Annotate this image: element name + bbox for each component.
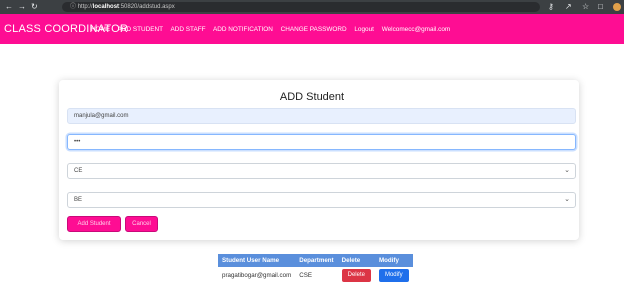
header-department: Department: [295, 254, 338, 267]
department-value: CE: [74, 168, 83, 174]
password-field[interactable]: •••: [67, 134, 576, 150]
address-bar[interactable]: ⓘ http://localhost:50820/addstud.aspx: [62, 2, 540, 12]
back-icon[interactable]: ←: [5, 2, 13, 12]
welcome-text: Welcomecc@gmail.com: [381, 26, 451, 33]
forward-icon[interactable]: →: [18, 2, 26, 12]
table-header-row: Student User Name Department Delete Modi…: [218, 254, 413, 267]
cell-username: pragatibogar@gmail.com: [222, 272, 292, 279]
nav-add-staff[interactable]: ADD STAFF: [171, 26, 206, 33]
nav-change-password[interactable]: CHANGE PASSWORD: [281, 26, 347, 33]
form-title: ADD Student: [279, 91, 345, 103]
extension-icon[interactable]: [613, 3, 621, 11]
header-username: Student User Name: [218, 254, 296, 267]
semester-value: BE: [74, 197, 83, 203]
key-icon[interactable]: ⚷: [548, 2, 554, 12]
students-table: Student User Name Department Delete Modi…: [218, 254, 413, 284]
email-field[interactable]: manjula@gmail.com: [67, 108, 576, 124]
table-row: pragatibogar@gmail.com CSE Delete Modify: [218, 267, 413, 284]
browser-toolbar: ← → ↻ ⓘ http://localhost:50820/addstud.a…: [0, 0, 624, 14]
window-icon[interactable]: □: [598, 2, 603, 12]
cell-department: CSE: [299, 272, 312, 279]
nav-home[interactable]: HOME: [91, 26, 110, 33]
semester-select[interactable]: BE ⌄: [67, 192, 576, 208]
url-path: :50820/addstud.aspx: [119, 4, 175, 10]
top-navbar: CLASS COORDINATOR HOME ADD STUDENT ADD S…: [0, 14, 624, 44]
cancel-button[interactable]: Cancel: [125, 216, 158, 232]
nav-add-student[interactable]: ADD STUDENT: [118, 26, 163, 33]
url-host: localhost: [92, 4, 120, 10]
url-prefix: http://: [77, 4, 93, 10]
cell-modify: Modify: [375, 267, 413, 284]
info-icon: ⓘ: [70, 4, 77, 10]
nav-add-notification[interactable]: ADD NOTIFICATION: [213, 26, 273, 33]
share-icon[interactable]: ↗: [565, 2, 572, 12]
chevron-down-icon: ⌄: [564, 167, 570, 174]
header-modify: Modify: [374, 254, 413, 267]
nav-links: HOME ADD STUDENT ADD STAFF ADD NOTIFICAT…: [91, 25, 456, 34]
add-student-button[interactable]: Add Student: [67, 216, 121, 232]
modify-button[interactable]: Modify: [378, 269, 409, 282]
cell-delete: Delete: [338, 267, 375, 284]
nav-logout[interactable]: Logout: [354, 26, 374, 33]
department-select[interactable]: CE ⌄: [67, 163, 576, 179]
reload-icon[interactable]: ↻: [31, 2, 38, 12]
delete-button[interactable]: Delete: [341, 269, 371, 282]
star-icon[interactable]: ☆: [582, 2, 589, 12]
header-delete: Delete: [337, 254, 375, 267]
chevron-down-icon: ⌄: [564, 196, 570, 203]
